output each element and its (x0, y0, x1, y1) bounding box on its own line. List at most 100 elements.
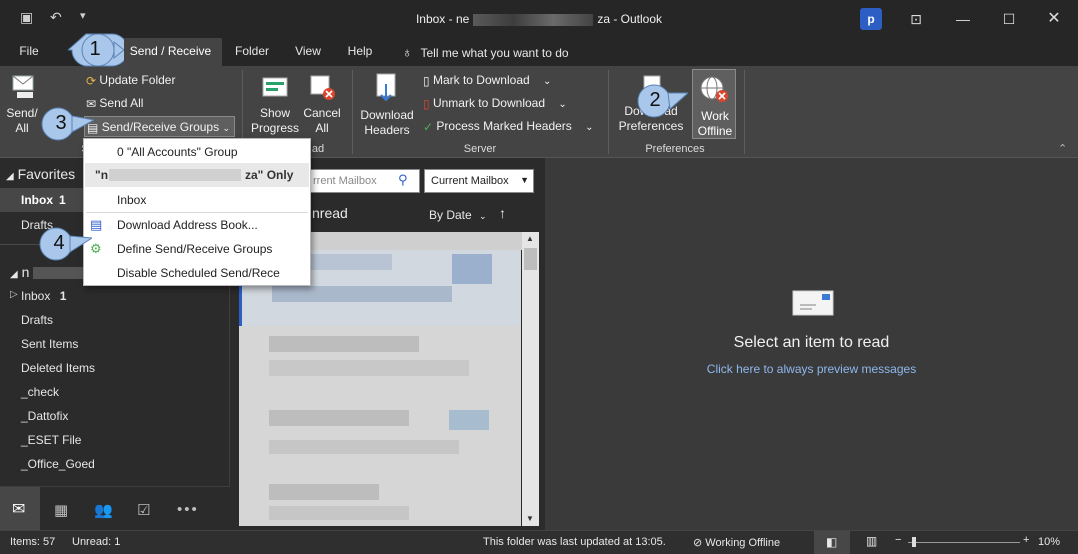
redacted-name (473, 13, 594, 26)
download-headers-button[interactable]: Download Headers (358, 72, 416, 138)
maximize-icon[interactable]: ☐ (996, 6, 1022, 32)
search-scope-dropdown[interactable]: Current Mailbox ▼ (424, 169, 534, 193)
more-options-icon[interactable]: ••• (177, 501, 199, 518)
minimize-icon[interactable]: — (950, 6, 976, 32)
title-bar: ▣ ↶ ▾ Inbox - ne za - Outlook p ⊡ — ☐ ✕ (0, 0, 1078, 38)
show-progress-button[interactable]: Show Progress (250, 72, 300, 136)
status-unread-count: Unread: 1 (72, 536, 121, 548)
redacted-account (109, 169, 241, 181)
group-label-preferences: Preferences (645, 143, 705, 155)
menu-item-account-only[interactable]: "n za" Only (85, 163, 309, 187)
profile-icon[interactable]: p (860, 8, 882, 30)
send-all-button[interactable]: ✉ Send All (86, 96, 143, 111)
menu-item-download-address-book[interactable]: Download Address Book... (117, 218, 258, 232)
chevron-down-icon: ⌄ (558, 99, 567, 110)
expand-arrow-icon[interactable]: ▷ (10, 289, 18, 300)
callout-2: 2 (628, 83, 690, 119)
show-progress-icon (262, 77, 288, 97)
menu-item-define-groups[interactable]: Define Send/Receive Groups (117, 242, 272, 256)
lightbulb-icon: ♁ (402, 44, 413, 60)
status-bar: Items: 57 Unread: 1 This folder was last… (0, 530, 1078, 554)
search-icon[interactable]: ⚲ (398, 172, 408, 188)
people-icon[interactable]: 👥 (94, 501, 113, 519)
reading-pane: Select an item to read Click here to alw… (545, 158, 1078, 530)
group-label-download: ad (311, 143, 325, 155)
sidebar-item-office-goed[interactable]: _Office_Goed (21, 457, 95, 471)
tab-file[interactable]: File (8, 38, 50, 66)
favorites-header[interactable]: ◢ Favorites (6, 166, 75, 182)
always-preview-link[interactable]: Click here to always preview messages (545, 362, 1078, 376)
send-receive-groups-button[interactable]: ▤ Send/Receive Groups ⌄ (84, 116, 235, 137)
scroll-up-icon[interactable]: ▲ (526, 234, 534, 243)
work-offline-button[interactable]: Work Offline (692, 69, 736, 139)
account-header[interactable]: ◢ n (10, 264, 88, 280)
update-folder-button[interactable]: ⟳ Update Folder (86, 73, 175, 88)
ribbon-separator (352, 70, 353, 154)
send-receive-all-icon (12, 75, 34, 98)
zoom-out-icon[interactable]: − (895, 534, 901, 546)
module-switcher: ✉ ▦ 👥 ☑ ••• (0, 486, 230, 531)
sidebar-item-eset-file[interactable]: _ESET File (21, 433, 81, 447)
offline-icon: ⊘ (693, 537, 703, 549)
status-last-updated: This folder was last updated at 13:05. (483, 536, 666, 548)
tell-me-search[interactable]: ♁ Tell me what you want to do (402, 44, 569, 60)
zoom-level[interactable]: 10% (1038, 536, 1060, 548)
chevron-down-icon: ⌄ (479, 211, 487, 221)
chevron-down-icon: ⌄ (222, 123, 230, 133)
zoom-in-icon[interactable]: + (1023, 534, 1029, 546)
tab-view[interactable]: View (284, 38, 332, 66)
mail-icon: ✉ (12, 501, 26, 518)
tab-help[interactable]: Help (338, 38, 382, 66)
menu-item-inbox[interactable]: Inbox (117, 193, 146, 207)
status-items-count: Items: 57 (10, 536, 56, 548)
status-working-offline[interactable]: ⊘ Working Offline (693, 536, 780, 549)
mark-to-download-button[interactable]: ▯ Mark to Download ⌄ (423, 73, 551, 88)
ribbon-display-options-icon[interactable]: ⊡ (903, 6, 929, 32)
scrollbar-thumb[interactable] (524, 248, 537, 270)
unmark-download-icon: ▯ (423, 96, 430, 111)
filter-unread[interactable]: nread (312, 205, 348, 221)
close-icon[interactable]: ✕ (1041, 6, 1067, 32)
message-list-scrollbar[interactable]: ▲ ▼ (522, 232, 539, 526)
chevron-down-icon: ⌄ (585, 122, 594, 133)
mark-download-icon: ▯ (423, 73, 430, 88)
list-item[interactable] (239, 326, 521, 402)
mail-module-button[interactable]: ✉ (0, 487, 40, 531)
sidebar-item-deleted-items[interactable]: Deleted Items (21, 361, 95, 375)
sort-direction-button[interactable]: ↑ (499, 205, 506, 221)
tab-folder[interactable]: Folder (226, 38, 278, 66)
normal-view-button[interactable]: ◧ (814, 531, 850, 554)
calendar-icon[interactable]: ▦ (54, 501, 68, 519)
empty-reading-title: Select an item to read (733, 334, 890, 351)
callout-1: 1 (66, 32, 129, 68)
unmark-to-download-button[interactable]: ▯ Unmark to Download ⌄ (423, 96, 567, 111)
sidebar-item-inbox[interactable]: Inbox 1 (21, 289, 66, 303)
sort-by-dropdown[interactable]: By Date ⌄ (429, 208, 487, 222)
update-folder-icon: ⟳ (86, 73, 97, 88)
normal-view-icon: ◧ (826, 535, 838, 549)
menu-item-disable-scheduled[interactable]: Disable Scheduled Send/Rece (117, 266, 280, 280)
dropdown-arrow-icon: ▼ (520, 175, 529, 185)
scroll-down-icon[interactable]: ▼ (526, 514, 534, 523)
send-receive-groups-menu: 0 "All Accounts" Group "n za" Only Inbox… (83, 138, 311, 286)
sidebar-item-check[interactable]: _check (21, 385, 59, 399)
tasks-icon[interactable]: ☑ (137, 501, 150, 519)
collapse-ribbon-icon[interactable]: ⌃ (1058, 142, 1067, 155)
download-headers-icon (376, 73, 396, 102)
envelope-icon (792, 290, 834, 316)
collapse-arrow-icon: ◢ (10, 269, 18, 280)
zoom-slider-thumb[interactable] (912, 537, 916, 547)
sidebar-item-drafts[interactable]: Drafts (21, 313, 53, 327)
process-marked-headers-button[interactable]: ✓ Process Marked Headers ⌄ (423, 119, 594, 134)
reading-view-icon[interactable]: ▥ (866, 534, 877, 548)
cancel-all-button[interactable]: Cancel All (302, 72, 342, 136)
zoom-slider[interactable] (908, 542, 1020, 543)
list-item[interactable] (239, 402, 521, 478)
menu-item-all-accounts-group[interactable]: 0 "All Accounts" Group (117, 145, 238, 159)
sidebar-item-sent-items[interactable]: Sent Items (21, 337, 78, 351)
callout-4: 4 (32, 226, 94, 262)
list-item[interactable] (239, 478, 521, 526)
tab-send-receive[interactable]: Send / Receive (119, 38, 222, 66)
sidebar-item-dattofix[interactable]: _Dattofix (21, 409, 68, 423)
globe-offline-icon (700, 76, 728, 102)
